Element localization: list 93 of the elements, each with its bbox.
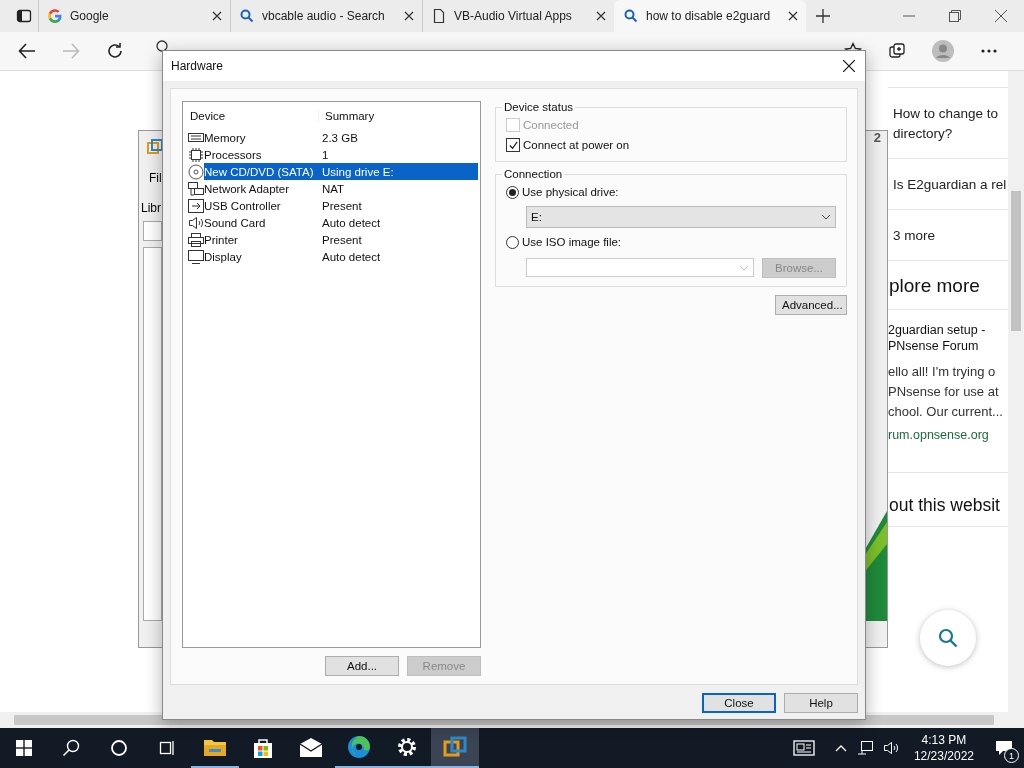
group-title: Device status — [503, 101, 575, 113]
display-icon — [188, 248, 204, 265]
device-row[interactable]: Memory 2.3 GB — [204, 129, 478, 146]
store-icon — [251, 736, 275, 760]
circle-icon[interactable] — [110, 739, 128, 757]
column-header[interactable]: Summary — [319, 110, 375, 122]
search-icon — [938, 628, 958, 648]
tab-title: VB-Audio Virtual Apps — [454, 9, 573, 23]
usb-icon — [188, 197, 204, 214]
search-field[interactable] — [143, 221, 162, 241]
close-icon[interactable] — [596, 11, 606, 21]
result-snippet: PNsense for use at — [888, 383, 1000, 401]
scrollbar[interactable] — [1008, 71, 1024, 712]
chevron-icon — [821, 214, 831, 220]
dialog-button[interactable]: Add... — [325, 656, 399, 676]
iso-path-field[interactable] — [526, 258, 754, 277]
search-icon — [239, 8, 255, 24]
device-row[interactable]: New CD/DVD (SATA) Using drive E: — [204, 163, 478, 180]
profile-icon[interactable] — [932, 40, 954, 62]
result-snippet: ello all! I'm trying o — [888, 363, 997, 381]
chevron-icon — [739, 264, 749, 271]
device-row[interactable]: Network Adapter NAT — [204, 180, 478, 197]
mail-icon — [299, 736, 323, 760]
device-row[interactable]: Display Auto detect — [204, 248, 478, 265]
device-row[interactable]: Printer Present — [204, 231, 478, 248]
browser-icon — [347, 735, 371, 759]
tab-title: Google — [70, 9, 110, 23]
restore-icon[interactable] — [949, 10, 961, 22]
advanced-button[interactable]: Advanced... — [775, 295, 847, 315]
tab-title: vbcable audio - Search — [262, 9, 386, 23]
new-tab-icon[interactable] — [816, 9, 830, 23]
result-title[interactable]: 2guardian setup - — [888, 322, 1008, 338]
checkbox-label[interactable]: Connect at power on — [523, 139, 630, 151]
task-view-icon[interactable] — [158, 739, 176, 757]
question-link[interactable]: Is E2guardian a rel — [893, 175, 1008, 195]
result-snippet: chool. Our current... — [888, 403, 1004, 421]
radio-button[interactable] — [506, 235, 519, 249]
sound-icon — [188, 214, 204, 231]
device-row[interactable]: USB Controller Present — [204, 197, 478, 214]
result-url[interactable]: rum.opnsense.org — [888, 428, 1008, 442]
radio-label[interactable]: Use ISO image file: — [522, 236, 622, 248]
group-title: Connection — [503, 168, 564, 180]
close-icon[interactable] — [788, 11, 798, 21]
window-title: Hardware — [171, 59, 224, 73]
count-label: 2 — [873, 129, 881, 145]
close-icon[interactable] — [404, 11, 414, 21]
disc-icon — [188, 163, 204, 180]
question-link[interactable]: directory? — [893, 124, 1008, 144]
chevron-icon[interactable] — [834, 744, 847, 752]
question-link[interactable]: How to change to — [893, 104, 1008, 124]
menu-item[interactable]: Fil — [149, 171, 162, 185]
tab-title: how to disable e2guard — [646, 9, 772, 23]
speaker-icon[interactable] — [882, 740, 899, 756]
squares-icon — [443, 735, 467, 759]
drive-dropdown[interactable]: E: — [526, 206, 836, 228]
result-title[interactable]: PNsense Forum — [888, 338, 1008, 354]
radio-button[interactable] — [506, 185, 519, 199]
library-label: Libr — [141, 201, 161, 215]
cpu-icon — [188, 146, 204, 163]
notification-count: 1 — [1004, 748, 1019, 763]
printer-icon — [188, 231, 204, 248]
more-link[interactable]: 3 more — [893, 226, 1008, 246]
windows-logo-icon[interactable] — [16, 740, 32, 756]
section-heading: plore more — [889, 275, 980, 296]
collections-icon[interactable] — [888, 42, 906, 60]
news-icon[interactable] — [792, 739, 815, 757]
device-row[interactable]: Sound Card Auto detect — [204, 214, 478, 231]
close-icon[interactable] — [995, 10, 1007, 22]
column-header[interactable]: Device — [188, 110, 319, 122]
dialog-button[interactable]: Close — [702, 693, 776, 713]
notification-button[interactable]: 1 — [984, 728, 1024, 768]
tab-actions-icon[interactable] — [16, 8, 32, 24]
network-icon[interactable] — [856, 740, 873, 756]
close-icon[interactable] — [212, 11, 222, 21]
search-icon — [156, 40, 170, 52]
back-icon[interactable] — [18, 42, 36, 60]
dialog-button[interactable]: Help — [784, 693, 858, 713]
search-icon — [623, 8, 639, 24]
clock[interactable]: 4:13 PM 12/23/2022 — [913, 732, 974, 764]
google-icon — [47, 8, 63, 24]
network-icon — [188, 180, 204, 197]
device-row[interactable]: Processors 1 — [204, 146, 478, 163]
refresh-icon[interactable] — [106, 42, 124, 60]
checkbox[interactable] — [506, 138, 520, 152]
search-icon[interactable] — [62, 739, 80, 757]
app-logo-icon — [147, 139, 163, 155]
page-icon — [431, 8, 447, 24]
browser-tab[interactable]: how to disable e2guard — [614, 0, 806, 32]
radio-label[interactable]: Use physical drive: — [522, 186, 619, 198]
close-icon[interactable] — [843, 60, 855, 72]
settings-icon — [395, 735, 419, 759]
search-button[interactable] — [920, 610, 976, 666]
section-heading: out this websit — [889, 495, 1000, 515]
